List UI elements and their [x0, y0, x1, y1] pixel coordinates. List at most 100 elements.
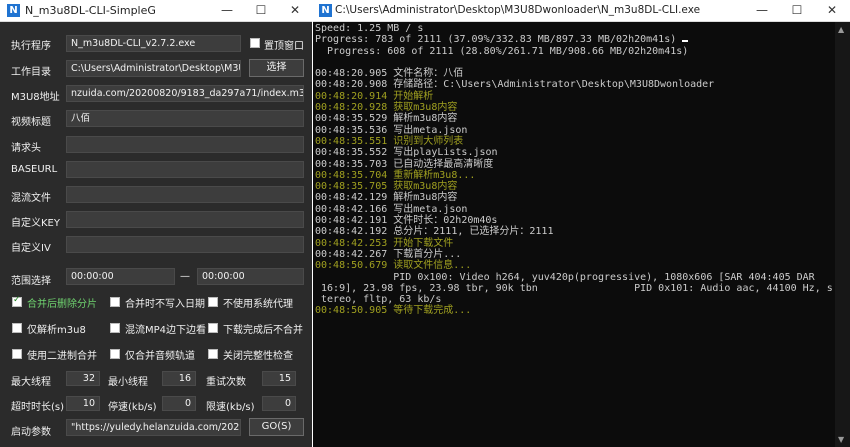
close-button[interactable]: ✕ [278, 0, 312, 21]
console-line: 00:48:20.914 开始解析 [315, 90, 434, 102]
browse-button[interactable]: 选择 [249, 59, 304, 77]
console-window: N C:\Users\Administrator\Desktop\M3U8Dwo… [313, 0, 850, 447]
video-title-field[interactable]: 八佰 [66, 110, 304, 127]
console-line: Speed: 1.25 MB / s [315, 23, 424, 34]
stop-speed-field[interactable]: 0 [162, 396, 196, 411]
option-label: 关闭完整性检查 [223, 351, 293, 362]
console-line: 00:48:35.536 写出meta.json [315, 124, 468, 136]
option-checkbox-delete-after-merge[interactable] [12, 295, 22, 307]
start-args-field[interactable]: "https://yuledy.helanzuida.com/20200 [66, 419, 241, 436]
text-cursor [682, 40, 689, 43]
option-label: 不使用系统代理 [223, 299, 293, 310]
timeout-label: 超时时长(s) [11, 402, 65, 413]
mux-file-field[interactable] [66, 186, 304, 203]
console-line: 00:48:42.191 文件时长：02h20m40s [315, 215, 498, 227]
console-line: 00:48:42.166 写出meta.json [315, 203, 468, 215]
console-line: 00:48:20.928 获取m3u8内容 [315, 102, 458, 114]
console-window-title: C:\Users\Administrator\Desktop\M3U8Dwonl… [335, 4, 701, 16]
topmost-label: 置顶窗口 [264, 41, 304, 52]
topmost-checkbox[interactable] [250, 38, 260, 48]
url-label: M3U8地址 [11, 92, 60, 103]
console-maximize-button[interactable]: ☐ [780, 0, 814, 21]
console-line: 00:48:35.551 识别到大师列表 [315, 135, 464, 147]
console-line: PID 0x100: Video h264, yuv420p(progressi… [315, 271, 815, 283]
max-threads-label: 最大线程 [11, 377, 51, 388]
console-close-button[interactable]: ✕ [815, 0, 849, 21]
option-label: 合并后删除分片 [27, 299, 97, 310]
scroll-up-icon[interactable]: ▲ [838, 25, 844, 34]
console-minimize-button[interactable]: — [745, 0, 779, 21]
console-title-bar[interactable]: N C:\Users\Administrator\Desktop\M3U8Dwo… [313, 0, 850, 22]
stop-speed-label: 停速(kb/s) [108, 402, 157, 413]
gui-window: N N_m3u8DL-CLI-SimpleG — ☐ ✕ 执行程序 N_m3u8… [0, 0, 312, 447]
console-line: 00:48:35.705 获取m3u8内容 [315, 181, 458, 193]
min-threads-label: 最小线程 [108, 377, 148, 388]
console-line: 00:48:50.905 等待下载完成... [315, 305, 472, 317]
maximize-button[interactable]: ☐ [244, 0, 278, 21]
console-line: tereo, fltp, 63 kb/s [315, 294, 442, 306]
console-line: 00:48:42.192 总分片：2111, 已选择分片：2111 [315, 226, 554, 238]
baseurl-label: BASEURL [11, 164, 58, 175]
option-checkbox-no-date[interactable] [110, 297, 120, 307]
console-app-icon: N [319, 4, 332, 17]
retry-label: 重试次数 [206, 377, 246, 388]
baseurl-field[interactable] [66, 161, 304, 178]
workdir-field[interactable]: C:\Users\Administrator\Desktop\M3U [66, 60, 241, 77]
scroll-down-icon[interactable]: ▼ [838, 435, 844, 444]
retry-field[interactable]: 15 [262, 371, 296, 386]
console-output[interactable]: Speed: 1.25 MB / s Progress: 783 of 2111 … [315, 23, 835, 447]
option-checkbox-no-merge[interactable] [208, 323, 218, 333]
video-title-label: 视频标题 [11, 117, 51, 128]
console-line: 00:48:20.905 文件名称：八佰 [315, 68, 464, 80]
custom-key-label: 自定义KEY [11, 218, 60, 229]
max-threads-field[interactable]: 32 [66, 371, 100, 386]
option-checkbox-no-integrity[interactable] [208, 349, 218, 359]
timeout-field[interactable]: 10 [66, 396, 100, 411]
option-label: 下载完成后不合并 [223, 325, 303, 336]
console-line: 00:48:50.679 读取文件信息... [315, 260, 472, 272]
console-line: 00:48:35.704 重新解析m3u8... [315, 169, 476, 181]
range-start-field[interactable]: 00:00:00 [66, 268, 175, 285]
custom-iv-label: 自定义IV [11, 243, 51, 254]
console-line: 00:48:35.552 写出playLists.json [315, 147, 498, 159]
custom-iv-field[interactable] [66, 236, 304, 253]
option-checkbox-parse-only[interactable] [12, 323, 22, 333]
option-checkbox-binary-merge[interactable] [12, 349, 22, 359]
gui-title-bar[interactable]: N N_m3u8DL-CLI-SimpleG — ☐ ✕ [0, 0, 312, 22]
option-label: 使用二进制合并 [27, 351, 97, 362]
console-line: 00:48:35.529 解析m3u8内容 [315, 113, 458, 125]
min-threads-field[interactable]: 16 [162, 371, 196, 386]
option-label: 合并时不写入日期 [125, 299, 205, 310]
workdir-label: 工作目录 [11, 67, 51, 78]
console-line: 00:48:42.267 下载首分片... [315, 248, 462, 260]
limit-speed-field[interactable]: 0 [262, 396, 296, 411]
headers-label: 请求头 [11, 143, 41, 154]
headers-field[interactable] [66, 136, 304, 153]
console-line: Progress: 783 of 2111 (37.09%/332.83 MB/… [315, 34, 835, 45]
go-button[interactable]: GO(S) [249, 418, 304, 436]
app-icon: N [7, 4, 20, 17]
option-checkbox-mux-mp4[interactable] [110, 323, 120, 333]
minimize-button[interactable]: — [210, 0, 244, 21]
option-checkbox-no-proxy[interactable] [208, 297, 218, 307]
range-label: 范围选择 [11, 276, 51, 287]
console-line: 00:48:42.129 解析m3u8内容 [315, 192, 458, 204]
custom-key-field[interactable] [66, 211, 304, 228]
console-line: 00:48:35.703 已自动选择最高清晰度 [315, 158, 494, 170]
range-end-field[interactable]: 00:00:00 [197, 268, 304, 285]
console-line: 00:48:20.908 存储路径：C:\Users\Administrator… [315, 79, 715, 91]
start-args-label: 启动参数 [11, 427, 51, 438]
option-checkbox-audio-only[interactable] [110, 349, 120, 359]
option-label: 混流MP4边下边看 [125, 325, 207, 336]
exec-label: 执行程序 [11, 41, 51, 52]
m3u8-url-field[interactable]: nzuida.com/20200820/9183_da297a71/index.… [66, 85, 304, 102]
option-label: 仅解析m3u8 [27, 325, 86, 336]
limit-speed-label: 限速(kb/s) [206, 402, 255, 413]
console-line: Progress: 608 of 2111 (28.80%/261.71 MB/… [315, 45, 689, 57]
exec-program-field[interactable]: N_m3u8DL-CLI_v2.7.2.exe [66, 35, 241, 52]
console-line: 16:9], 23.98 fps, 23.98 tbr, 90k tbn PID… [315, 282, 833, 294]
console-line: 00:48:42.253 开始下载文件 [315, 237, 454, 249]
console-scrollbar[interactable]: ▲ ▼ [835, 22, 850, 447]
mux-file-label: 混流文件 [11, 193, 51, 204]
